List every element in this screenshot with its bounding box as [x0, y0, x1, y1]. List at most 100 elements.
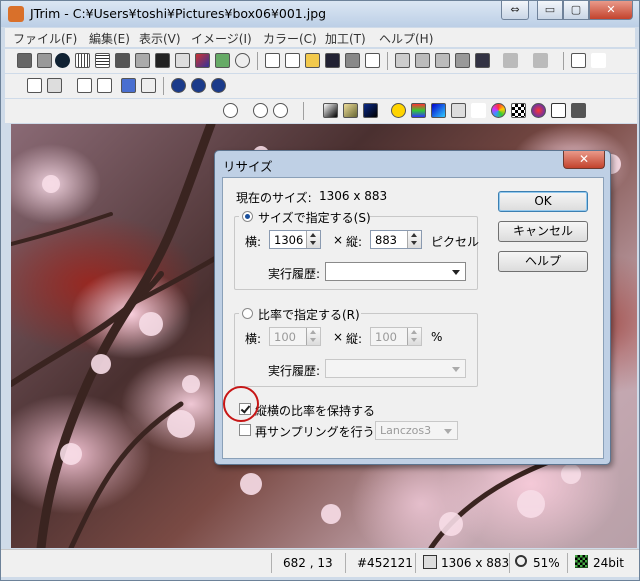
menu-view[interactable]: 表示(V)	[139, 30, 181, 47]
menu-edit[interactable]: 編集(E)	[89, 30, 130, 47]
sun-filter-icon[interactable]	[55, 53, 70, 68]
pencil-icon[interactable]	[195, 53, 210, 68]
color-reduce-icon[interactable]	[531, 103, 546, 118]
flip-vertical-icon[interactable]	[97, 78, 112, 93]
ratio-width-value: 100	[274, 330, 296, 344]
zoom-dropdown-icon[interactable]	[223, 103, 238, 118]
current-size-value: 1306 x 883	[319, 189, 388, 203]
crop-icon[interactable]	[27, 78, 42, 93]
menu-help[interactable]: ヘルプ(H)	[379, 30, 433, 47]
zoom-in-icon[interactable]	[253, 103, 268, 118]
resample-label[interactable]: 再サンプリングを行う	[255, 423, 375, 440]
restore-toggle-button[interactable]: ⇔	[501, 1, 529, 20]
ratio-width-label: 横:	[245, 332, 262, 346]
toolbar-separator	[257, 52, 258, 70]
width-input[interactable]: 1306	[269, 230, 321, 249]
height-spin-button[interactable]	[407, 231, 421, 248]
history-combo[interactable]	[325, 262, 466, 281]
sepia-icon[interactable]	[343, 103, 358, 118]
menu-image[interactable]: イメージ(I)	[191, 30, 252, 47]
new-window-icon[interactable]	[265, 53, 280, 68]
open-folder-icon[interactable]	[305, 53, 320, 68]
wave-filter-icon[interactable]	[95, 53, 110, 68]
blossom	[561, 464, 581, 484]
color-balance-icon[interactable]	[491, 103, 506, 118]
title-bar[interactable]: JTrim - C:¥Users¥toshi¥Pictures¥box06¥00…	[1, 1, 639, 27]
ratio-height-input[interactable]: 100	[370, 327, 422, 346]
status-separator	[345, 553, 346, 573]
by-size-label[interactable]: サイズで指定する(S)	[258, 209, 371, 226]
noise-filter-icon[interactable]	[75, 53, 90, 68]
cancel-button[interactable]: キャンセル	[498, 221, 588, 242]
dialog-close-button[interactable]: ✕	[563, 151, 605, 169]
zoom-out-icon[interactable]	[273, 103, 288, 118]
history-label: 実行履歴:	[268, 267, 321, 281]
by-size-radio[interactable]	[242, 211, 253, 222]
checker-icon[interactable]	[511, 103, 526, 118]
text-icon[interactable]	[591, 53, 606, 68]
paste-new-icon[interactable]	[435, 53, 450, 68]
picture-icon[interactable]	[451, 103, 466, 118]
blossom	[240, 473, 262, 495]
minimize-button[interactable]: ▭	[537, 1, 563, 20]
close-button[interactable]: ✕	[589, 1, 633, 20]
rotate-right-90-icon[interactable]	[191, 78, 206, 93]
swirl-icon[interactable]	[235, 53, 250, 68]
ratio-width-input[interactable]: 100	[269, 327, 321, 346]
emboss-icon[interactable]	[135, 53, 150, 68]
help-button[interactable]: ヘルプ	[498, 251, 588, 272]
menu-color[interactable]: カラー(C)	[263, 30, 317, 47]
clipboard-icon[interactable]	[455, 53, 470, 68]
blossom	[167, 410, 195, 438]
xor-icon[interactable]	[551, 103, 566, 118]
gamma-icon[interactable]	[471, 103, 486, 118]
ratio-height-spin-button[interactable]	[407, 328, 421, 345]
save-icon[interactable]	[325, 53, 340, 68]
maximize-button[interactable]: ▢	[563, 1, 589, 20]
resample-method-combo[interactable]: Lanczos3	[375, 421, 458, 440]
color-pick-icon[interactable]	[215, 53, 230, 68]
rotate-free-icon[interactable]	[211, 78, 226, 93]
perspective-icon[interactable]	[175, 53, 190, 68]
keep-aspect-label[interactable]: 縦横の比率を保持する	[255, 402, 375, 419]
rgb-icon[interactable]	[411, 103, 426, 118]
print-icon[interactable]	[345, 53, 360, 68]
dialog-title: リサイズ	[223, 159, 273, 174]
ratio-width-spin-button[interactable]	[306, 328, 320, 345]
ok-button[interactable]: OK	[498, 191, 588, 212]
canvas-size-icon[interactable]	[141, 78, 156, 93]
sharpen-icon[interactable]	[155, 53, 170, 68]
menu-file[interactable]: ファイル(F)	[13, 30, 77, 47]
width-spin-button[interactable]	[306, 231, 320, 248]
copy-icon[interactable]	[395, 53, 410, 68]
frame-icon[interactable]	[17, 53, 32, 68]
blossom	[517, 490, 545, 518]
resample-method-value: Lanczos3	[380, 424, 432, 437]
brightness-icon[interactable]	[391, 103, 406, 118]
color-depth: 24bit	[593, 556, 624, 570]
redo-icon[interactable]	[533, 53, 548, 68]
print-preview-icon[interactable]	[365, 53, 380, 68]
undo-icon[interactable]	[503, 53, 518, 68]
hue-icon[interactable]	[431, 103, 446, 118]
capture-icon[interactable]	[475, 53, 490, 68]
rotate-left-90-icon[interactable]	[171, 78, 186, 93]
paste-icon[interactable]	[415, 53, 430, 68]
by-ratio-radio[interactable]	[242, 308, 253, 319]
trim-icon[interactable]	[47, 78, 62, 93]
resize-arrows-icon[interactable]	[121, 78, 136, 93]
menu-process[interactable]: 加工(T)	[325, 30, 366, 47]
fullscreen-icon[interactable]	[571, 53, 586, 68]
flip-horizontal-icon[interactable]	[77, 78, 92, 93]
gray-box-icon[interactable]	[37, 53, 52, 68]
ratio-history-combo[interactable]	[325, 359, 466, 378]
resample-checkbox[interactable]	[239, 424, 251, 436]
blossom	[439, 512, 463, 536]
height-input[interactable]: 883	[370, 230, 422, 249]
negative-icon[interactable]	[363, 103, 378, 118]
screen-icon[interactable]	[571, 103, 586, 118]
by-ratio-label[interactable]: 比率で指定する(R)	[258, 306, 360, 323]
new-file-icon[interactable]	[285, 53, 300, 68]
gradient-icon[interactable]	[323, 103, 338, 118]
mosaic-icon[interactable]	[115, 53, 130, 68]
